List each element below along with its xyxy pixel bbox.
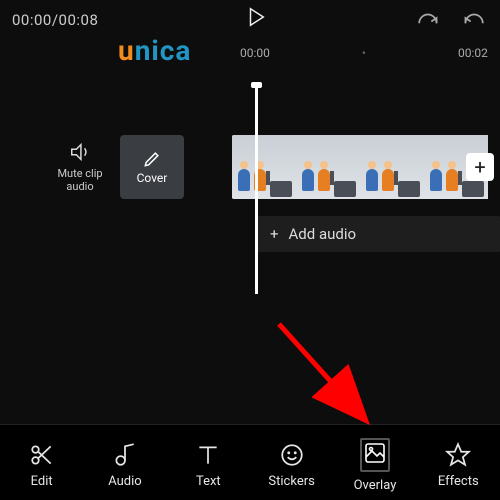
cover-button[interactable]: Cover [120, 135, 184, 199]
playhead[interactable] [255, 84, 258, 294]
top-toolbar: 00:00/00:08 [0, 0, 500, 40]
text-icon [195, 442, 221, 468]
tab-edit[interactable]: Edit [7, 442, 77, 489]
sticker-icon [279, 442, 305, 468]
add-audio-button[interactable]: + Add audio [256, 216, 500, 252]
add-clip-button[interactable]: + [466, 153, 494, 181]
history-controls [414, 7, 488, 33]
plus-icon: + [270, 225, 279, 243]
speaker-icon [67, 141, 93, 163]
add-audio-label: Add audio [289, 225, 357, 243]
ruler-tick-1: 00:02 [458, 46, 488, 60]
bottom-tab-bar: Edit Audio Text Stickers Overlay Effects [0, 424, 500, 500]
overlay-icon [363, 441, 387, 465]
time-ruler[interactable]: 00:00 • 00:02 • [0, 40, 500, 66]
annotation-arrow [275, 320, 395, 430]
undo-button[interactable] [414, 7, 440, 33]
tab-stickers[interactable]: Stickers [257, 442, 327, 489]
scissors-icon [29, 442, 55, 468]
mute-label: Mute clip audio [48, 167, 112, 193]
music-note-icon [112, 442, 138, 468]
star-icon [445, 442, 471, 468]
pencil-icon [142, 149, 162, 169]
watermark-logo: unica [118, 34, 191, 67]
mute-clip-audio-button[interactable]: Mute clip audio [48, 141, 112, 193]
cover-label: Cover [137, 171, 168, 185]
tab-effects[interactable]: Effects [423, 442, 493, 489]
play-button[interactable] [245, 6, 267, 34]
video-clip[interactable]: + [232, 135, 500, 199]
video-track: Mute clip audio Cover + [0, 126, 500, 208]
tab-overlay[interactable]: Overlay [340, 438, 410, 493]
tab-text[interactable]: Text [173, 442, 243, 489]
ruler-dot: • [362, 46, 366, 60]
tab-audio[interactable]: Audio [90, 442, 160, 489]
ruler-tick-0: 00:00 [240, 46, 270, 60]
redo-button[interactable] [462, 7, 488, 33]
timecode: 00:00/00:08 [12, 11, 98, 29]
